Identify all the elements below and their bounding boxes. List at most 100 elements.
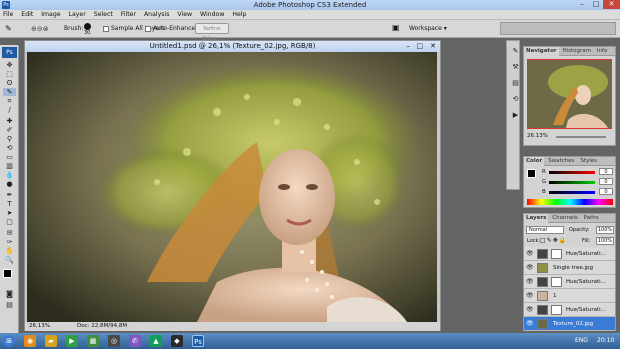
history-panel-icon[interactable]: ⟲ — [509, 95, 522, 103]
tab-layers[interactable]: Layers — [524, 214, 549, 223]
layer-row[interactable]: 👁 Hue/Saturati... — [524, 303, 615, 317]
visibility-eye-icon[interactable]: 👁 — [526, 278, 534, 285]
layer-row[interactable]: 👁 1 — [524, 289, 615, 303]
photoshop-taskbar-icon[interactable]: Ps — [192, 335, 204, 347]
eyedropper-tool-icon[interactable]: ✑ — [3, 238, 16, 246]
zoom-level[interactable]: 26,13% — [29, 322, 50, 331]
file-explorer-icon[interactable]: ▰ — [45, 335, 57, 347]
visibility-eye-icon[interactable]: 👁 — [526, 306, 534, 313]
zoom-tool-icon[interactable]: 🔍 — [3, 256, 16, 264]
brush-tool-icon[interactable]: ✐ — [3, 126, 16, 134]
color-spectrum-bar[interactable] — [527, 199, 613, 205]
tab-swatches[interactable]: Swatches — [546, 157, 576, 166]
pen-tool-icon[interactable]: ✒ — [3, 191, 16, 199]
channel-r-value[interactable]: 0 — [599, 168, 613, 175]
tab-navigator[interactable]: Navigator — [524, 47, 559, 56]
menu-file[interactable]: File — [0, 10, 16, 20]
menu-view[interactable]: View — [174, 10, 195, 20]
clock[interactable]: 20:10 — [597, 337, 614, 344]
visibility-eye-icon[interactable]: 👁 — [526, 320, 534, 327]
blend-mode-select[interactable]: Normal — [526, 226, 564, 234]
eraser-tool-icon[interactable]: ▭ — [3, 153, 16, 161]
visibility-eye-icon[interactable]: 👁 — [526, 292, 534, 299]
menu-filter[interactable]: Filter — [118, 10, 139, 20]
layer-row-selected[interactable]: 👁 Texture_02.jpg — [524, 317, 615, 331]
layer-row[interactable]: 👁 Hue/Saturati... — [524, 247, 615, 261]
tab-color[interactable]: Color — [524, 157, 545, 166]
visibility-eye-icon[interactable]: 👁 — [526, 264, 534, 271]
app-icon-3[interactable]: ◆ — [171, 335, 183, 347]
doc-close-icon[interactable]: ✕ — [430, 41, 436, 52]
slice-tool-icon[interactable]: ∕ — [3, 106, 16, 114]
workspace-menu[interactable]: Workspace ▾ — [409, 25, 447, 32]
tab-styles[interactable]: Styles — [578, 157, 599, 166]
channel-r-slider[interactable] — [549, 171, 595, 174]
hand-tool-icon[interactable]: ✋ — [3, 247, 16, 255]
type-tool-icon[interactable]: T — [3, 200, 16, 208]
actions-panel-icon[interactable]: ▶ — [509, 111, 522, 119]
tab-paths[interactable]: Paths — [582, 214, 601, 223]
bridge-icon[interactable]: ▣ — [392, 23, 402, 33]
selection-mode-icons[interactable]: ⊕⊖⊗ — [31, 24, 61, 34]
quick-mask-icon[interactable]: ◙ — [3, 290, 16, 298]
menu-help[interactable]: Help — [229, 10, 249, 20]
layer-row[interactable]: 👁 Hue/Saturati... — [524, 275, 615, 289]
app-icon[interactable]: ◎ — [108, 335, 120, 347]
auto-enhance-checkbox[interactable]: Auto-Enhance — [145, 25, 195, 32]
navigator-zoom-slider[interactable] — [556, 136, 606, 138]
path-selection-icon[interactable]: ➤ — [3, 209, 16, 217]
screen-mode-icon[interactable]: ▤ — [3, 301, 16, 309]
doc-maximize-icon[interactable]: □ — [416, 41, 423, 52]
blur-tool-icon[interactable]: 💧 — [3, 171, 16, 179]
history-brush-icon[interactable]: ⟲ — [3, 144, 16, 152]
channel-b-value[interactable]: 0 — [599, 188, 613, 195]
dodge-tool-icon[interactable]: ● — [3, 180, 16, 188]
doc-minimize-icon[interactable]: – — [407, 41, 411, 52]
visibility-eye-icon[interactable]: 👁 — [526, 250, 534, 257]
layer-row[interactable]: 👁 Single tree.jpg — [524, 261, 615, 275]
move-tool-icon[interactable]: ✥ — [3, 61, 16, 69]
navigator-thumbnail[interactable] — [527, 59, 612, 129]
tab-info[interactable]: Info — [595, 47, 609, 56]
channel-b-slider[interactable] — [549, 191, 595, 194]
channel-g-slider[interactable] — [549, 181, 595, 184]
menu-edit[interactable]: Edit — [18, 10, 36, 20]
tool-presets-icon[interactable]: ⚒ — [509, 63, 522, 71]
start-button-icon[interactable]: ⊞ — [3, 335, 15, 347]
language-indicator[interactable]: ENG — [575, 337, 588, 344]
quick-selection-tool-icon[interactable]: ✎ — [3, 88, 16, 96]
gradient-tool-icon[interactable]: ▥ — [3, 162, 16, 170]
refine-edge-button[interactable]: Refine Edge... — [195, 23, 229, 42]
media-player-icon[interactable]: ▶ — [66, 335, 78, 347]
crop-tool-icon[interactable]: ⌗ — [3, 97, 16, 105]
lasso-tool-icon[interactable]: ʘ — [3, 79, 16, 87]
tab-channels[interactable]: Channels — [550, 214, 579, 223]
menu-image[interactable]: Image — [38, 10, 63, 20]
messenger-icon[interactable]: ✆ — [129, 335, 141, 347]
shape-tool-icon[interactable]: ▢ — [3, 218, 16, 226]
menu-select[interactable]: Select — [91, 10, 116, 20]
notes-tool-icon[interactable]: ✉ — [3, 229, 16, 237]
healing-brush-icon[interactable]: ✚ — [3, 117, 16, 125]
foreground-color-swatch[interactable] — [3, 269, 12, 278]
minimize-icon[interactable]: – — [575, 0, 589, 9]
close-icon[interactable]: ✕ — [603, 0, 620, 9]
menu-window[interactable]: Window — [197, 10, 227, 20]
channel-g-value[interactable]: 0 — [599, 178, 613, 185]
brushes-panel-icon[interactable]: ✎ — [509, 47, 522, 55]
quick-selection-tool-icon[interactable]: ✎ — [5, 24, 17, 34]
browser-icon[interactable]: ◉ — [24, 335, 36, 347]
clone-stamp-icon[interactable]: ⚲ — [3, 135, 16, 143]
tab-histogram[interactable]: Histogram — [560, 47, 593, 56]
image-canvas[interactable] — [27, 52, 437, 322]
menu-analysis[interactable]: Analysis — [141, 10, 173, 20]
lock-icons[interactable]: □✎✥🔒 — [540, 237, 567, 244]
marquee-tool-icon[interactable]: ⬚ — [3, 70, 16, 78]
app-icon-2[interactable]: ▲ — [150, 335, 162, 347]
maximize-icon[interactable]: □ — [589, 0, 603, 9]
menu-layer[interactable]: Layer — [66, 10, 89, 20]
opacity-field[interactable]: 100% — [596, 226, 614, 234]
layer-comps-icon[interactable]: ▤ — [509, 79, 522, 87]
brush-preview-icon[interactable] — [84, 23, 91, 30]
spreadsheet-icon[interactable]: ▦ — [87, 335, 99, 347]
